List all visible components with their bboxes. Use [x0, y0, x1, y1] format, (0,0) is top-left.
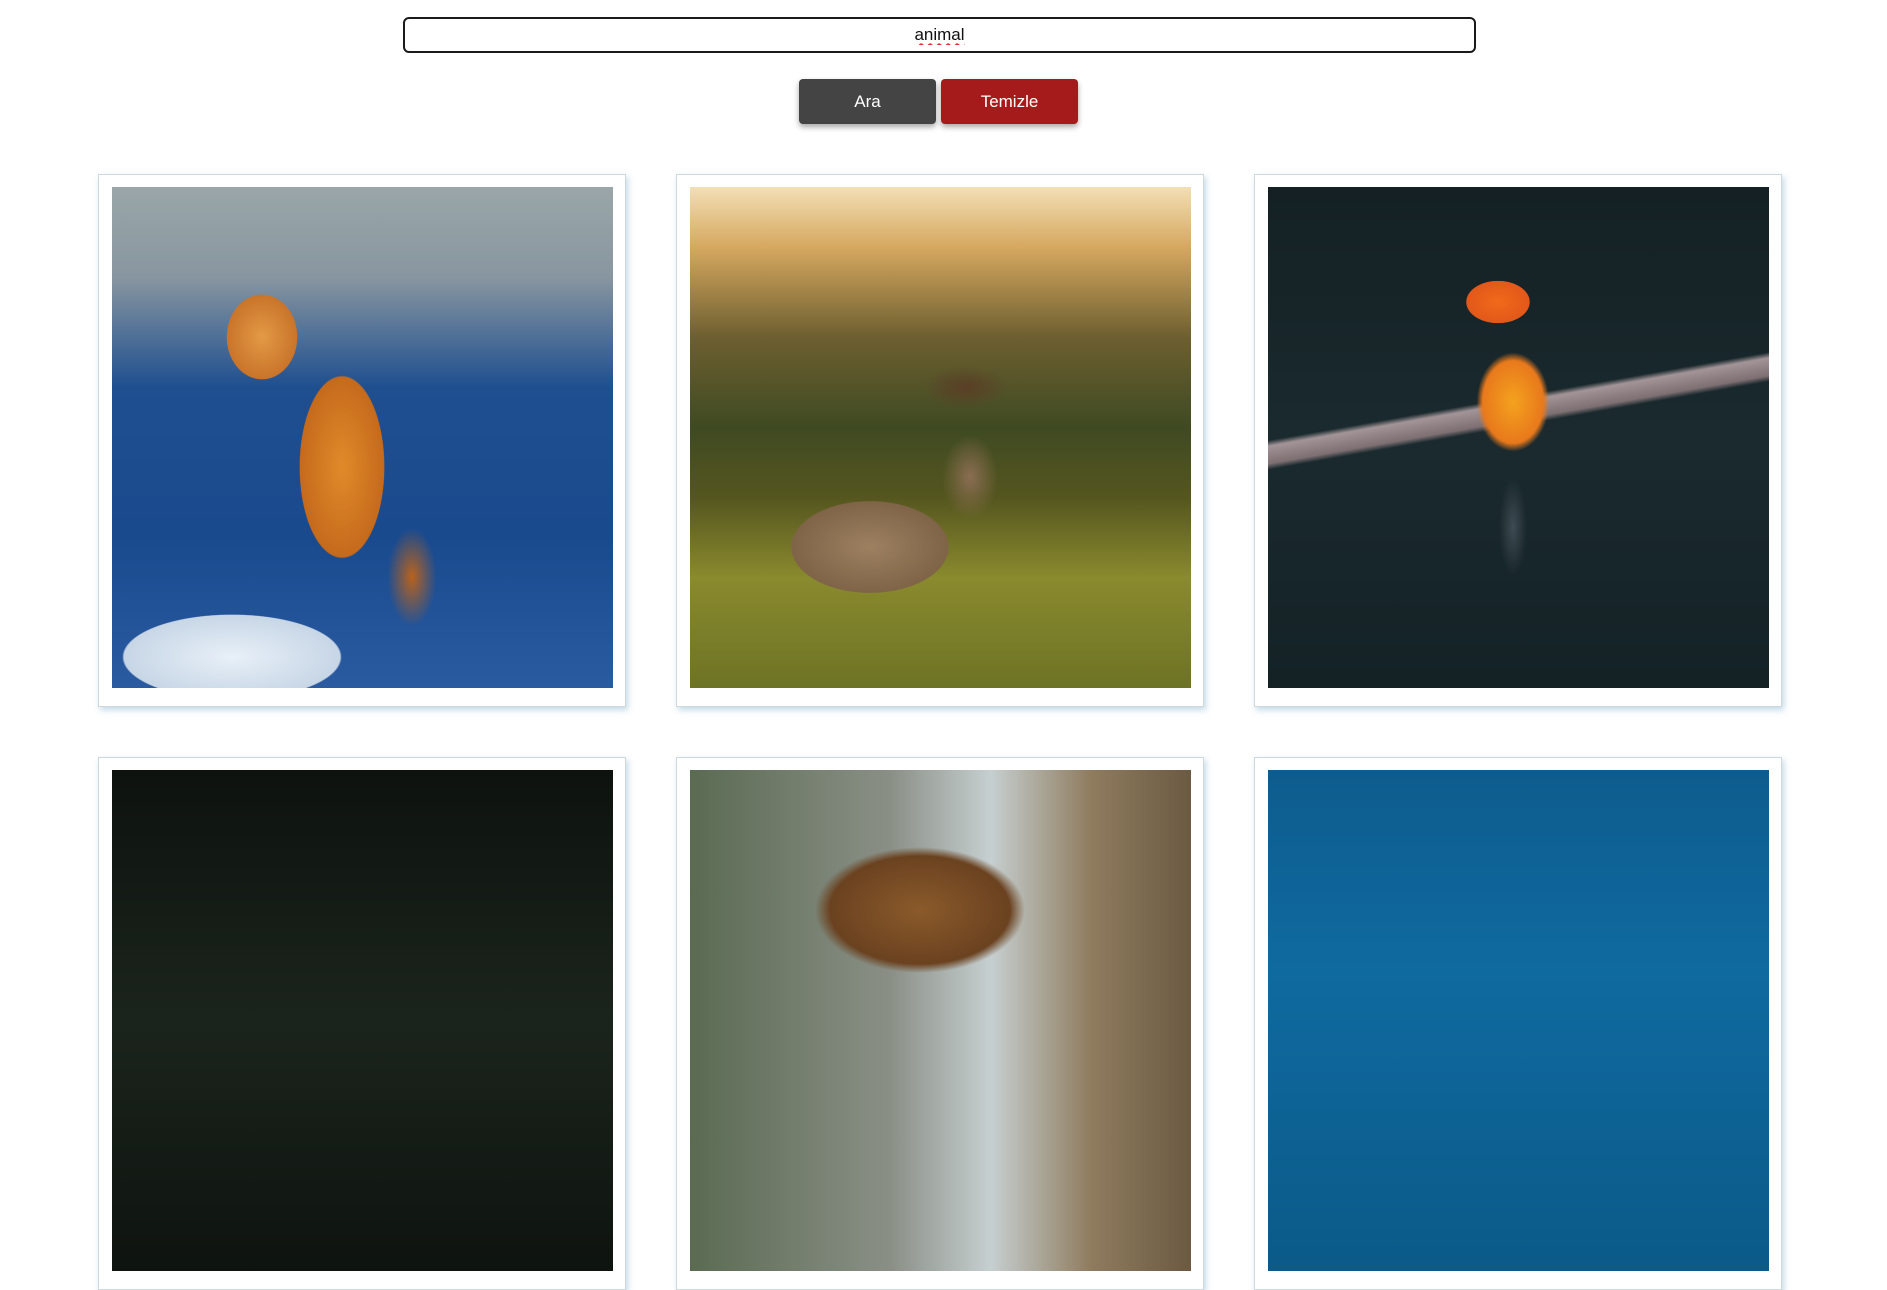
image-card[interactable]	[98, 757, 626, 1290]
clear-button[interactable]: Temizle	[941, 79, 1078, 124]
image-card[interactable]	[98, 174, 626, 707]
image-results-grid	[98, 174, 1782, 1290]
image-card[interactable]	[1254, 174, 1782, 707]
image-deer[interactable]	[690, 187, 1191, 688]
image-forest[interactable]	[112, 770, 613, 1271]
image-fox[interactable]	[112, 187, 613, 688]
search-button[interactable]: Ara	[799, 79, 936, 124]
image-card[interactable]	[1254, 757, 1782, 1290]
image-card[interactable]	[676, 757, 1204, 1290]
search-input[interactable]	[403, 17, 1476, 53]
image-parrot[interactable]	[1268, 187, 1769, 688]
image-card[interactable]	[676, 174, 1204, 707]
action-buttons: Ara Temizle	[799, 79, 1078, 124]
image-ocean[interactable]	[1268, 770, 1769, 1271]
search-bar	[403, 17, 1476, 53]
image-lion[interactable]	[690, 770, 1191, 1271]
